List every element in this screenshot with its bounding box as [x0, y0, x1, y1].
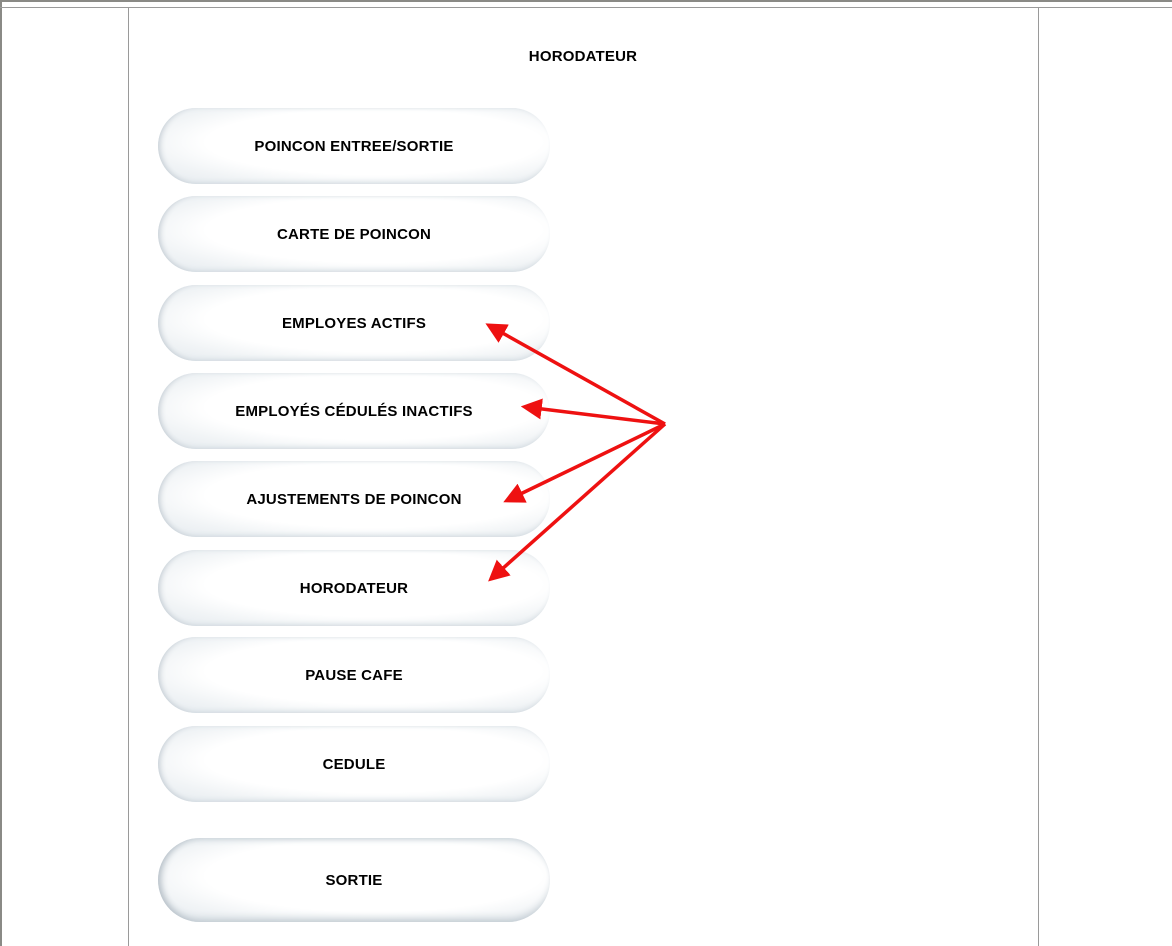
menu-button-employes-actifs[interactable]: EMPLOYES ACTIFS	[158, 285, 550, 361]
menu-button-label: AJUSTEMENTS DE POINCON	[246, 490, 462, 508]
right-column-divider	[1038, 8, 1039, 946]
exit-button-label: SORTIE	[325, 871, 383, 889]
menu-button-ajustements-de-poincon[interactable]: AJUSTEMENTS DE POINCON	[158, 461, 550, 537]
menu-button-label: POINCON ENTREE/SORTIE	[254, 137, 454, 155]
menu-button-pause-cafe[interactable]: PAUSE CAFE	[158, 637, 550, 713]
exit-button[interactable]: SORTIE	[158, 838, 550, 922]
left-column-divider	[128, 8, 129, 946]
menu-button-employes-cedules-inactifs[interactable]: EMPLOYÉS CÉDULÉS INACTIFS	[158, 373, 550, 449]
menu-button-label: EMPLOYÉS CÉDULÉS INACTIFS	[235, 402, 473, 420]
menu-button-label: CARTE DE POINCON	[276, 225, 432, 243]
page-title: HORODATEUR	[528, 48, 638, 65]
menu-button-label: CEDULE	[322, 755, 386, 773]
menu-button-label: HORODATEUR	[299, 579, 409, 597]
menu-button-poincon-entree-sortie[interactable]: POINCON ENTREE/SORTIE	[158, 108, 550, 184]
menu-button-cedule[interactable]: CEDULE	[158, 726, 550, 802]
menu-button-horodateur[interactable]: HORODATEUR	[158, 550, 550, 626]
menu-button-label: PAUSE CAFE	[305, 666, 403, 684]
top-divider	[0, 7, 1172, 8]
menu-button-label: EMPLOYES ACTIFS	[281, 314, 427, 332]
menu-button-carte-de-poincon[interactable]: CARTE DE POINCON	[158, 196, 550, 272]
